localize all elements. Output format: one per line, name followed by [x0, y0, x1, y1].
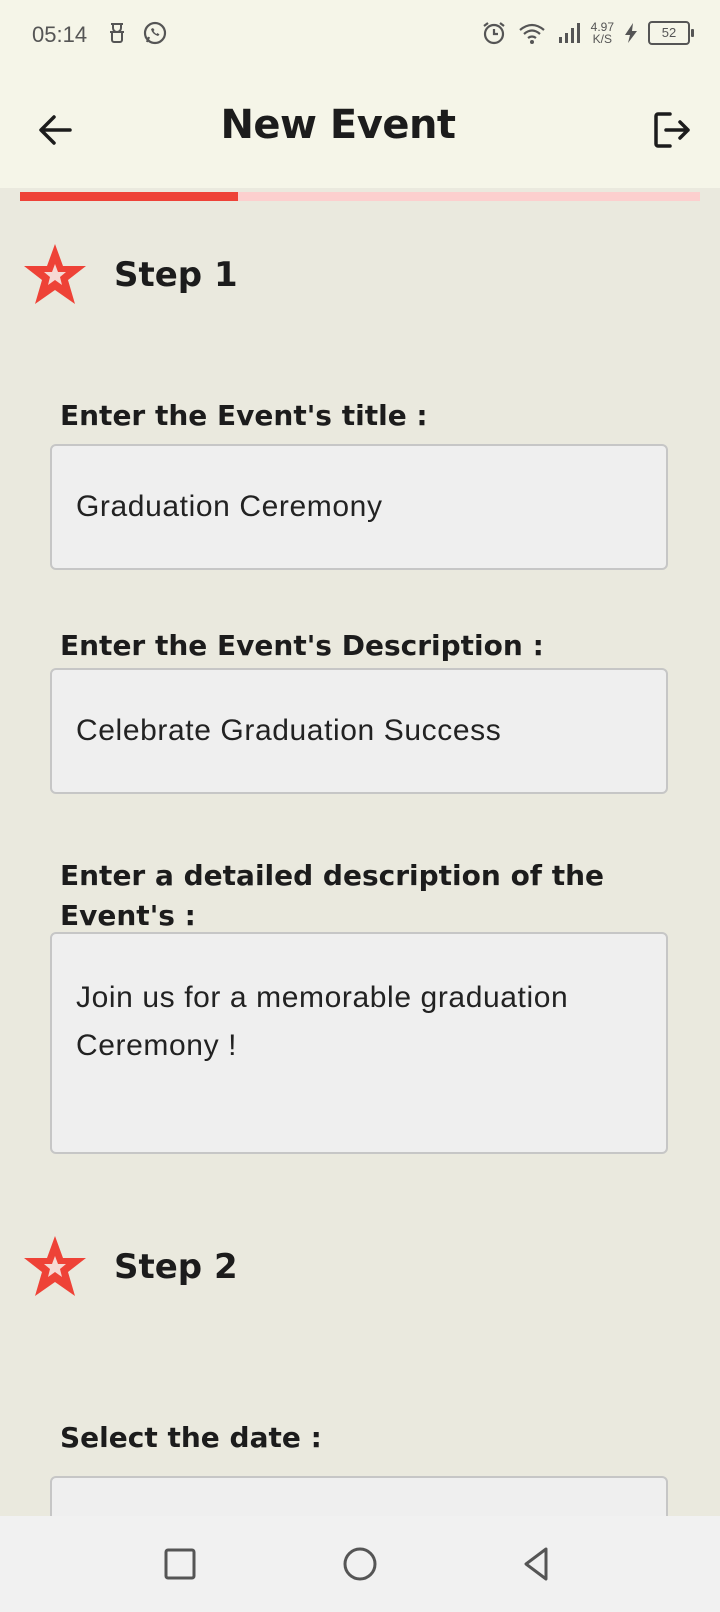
step-1-header: Step 1	[22, 242, 238, 308]
event-title-input[interactable]: Graduation Ceremony	[50, 444, 668, 570]
status-bar: 05:14 4.97 K/S 52	[0, 0, 720, 72]
triangle-back-icon	[524, 1547, 548, 1581]
event-detailed-description-input[interactable]: Join us for a memorable graduation Cerem…	[50, 932, 668, 1154]
star-icon	[24, 1236, 86, 1296]
home-button[interactable]	[338, 1542, 382, 1586]
event-description-input[interactable]: Celebrate Graduation Success	[50, 668, 668, 794]
circle-icon	[343, 1547, 377, 1581]
page-title: New Event	[220, 102, 456, 148]
status-time: 05:14	[32, 22, 88, 47]
step-2-header: Step 2	[22, 1234, 238, 1300]
app-bar: New Event	[0, 72, 720, 188]
square-icon	[164, 1548, 196, 1580]
event-title-label: Enter the Event's title :	[60, 399, 428, 432]
recents-button[interactable]	[158, 1542, 202, 1586]
event-description-label: Enter the Event's Description :	[60, 629, 544, 662]
step-1-title: Step 1	[114, 255, 238, 295]
whatsapp-icon	[143, 21, 167, 45]
wifi-icon	[518, 23, 545, 44]
battery-icon: 52	[648, 21, 694, 45]
progress-fill	[20, 192, 238, 201]
signal-icon	[558, 23, 580, 43]
star-icon	[24, 244, 86, 304]
system-nav-bar	[0, 1516, 720, 1612]
alarm-icon	[482, 22, 505, 45]
event-detailed-description-value: Join us for a memorable graduation Cerem…	[76, 981, 569, 1062]
logout-button[interactable]	[650, 108, 694, 152]
event-description-value: Celebrate Graduation Success	[76, 714, 502, 747]
step-2-title: Step 2	[114, 1247, 238, 1287]
progress-bar	[20, 192, 700, 201]
charging-icon	[625, 23, 637, 43]
network-speed: 4.97 K/S	[590, 20, 614, 46]
date-label: Select the date :	[60, 1421, 322, 1454]
event-detailed-description-label: Enter a detailed description of the Even…	[60, 859, 605, 932]
notification-app-icon	[110, 23, 124, 43]
event-title-value: Graduation Ceremony	[76, 490, 383, 523]
back-nav-button[interactable]	[516, 1542, 560, 1586]
logout-icon	[654, 112, 690, 148]
